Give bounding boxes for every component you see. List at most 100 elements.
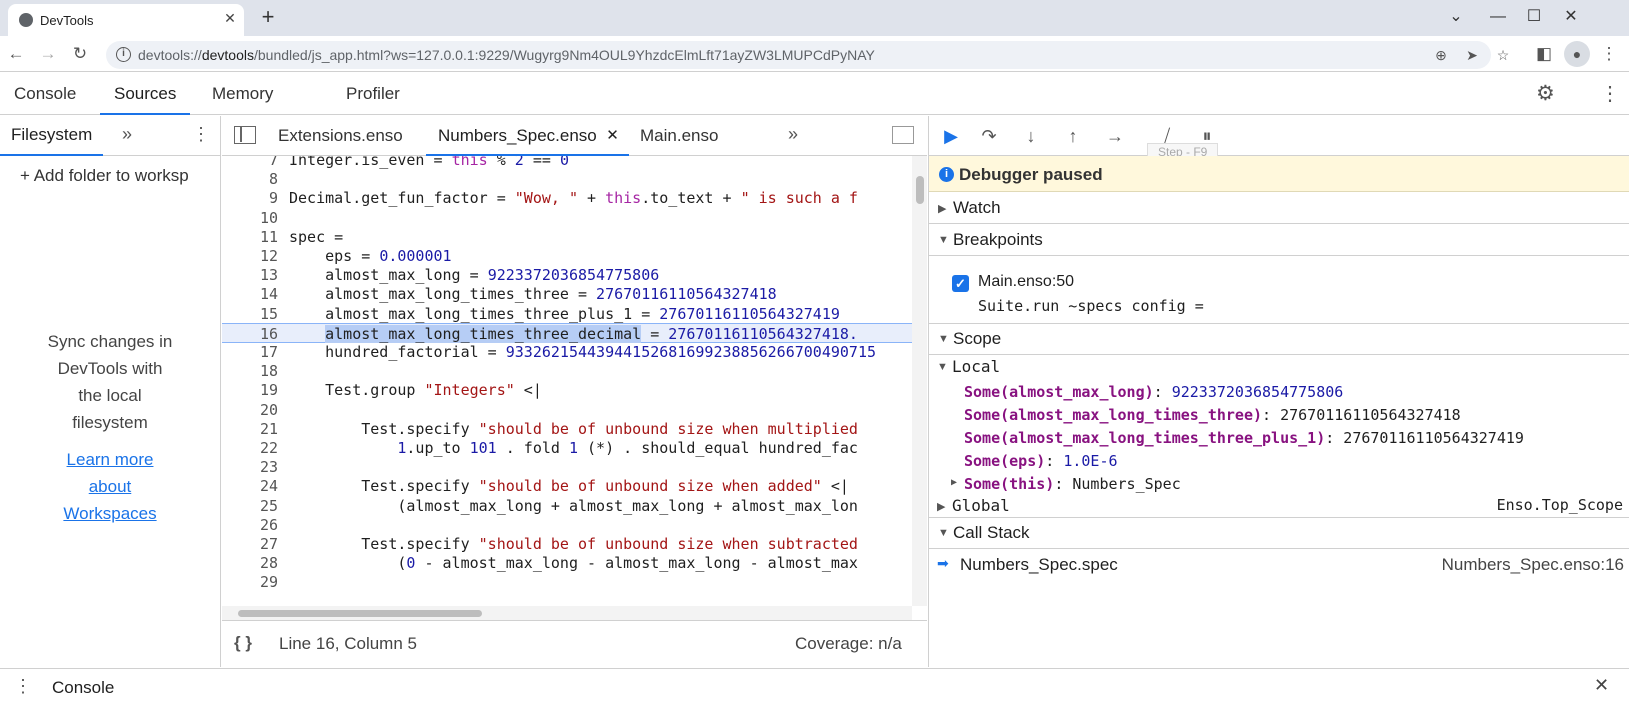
address-bar[interactable]: i devtools://devtools/bundled/js_app.htm… — [106, 41, 1509, 69]
step-out-icon[interactable]: ↑ — [1059, 123, 1087, 149]
more-menu-icon[interactable]: ⋮ — [1597, 42, 1621, 66]
code-line[interactable]: 17 hundred_factorial = 93326215443944152… — [222, 342, 912, 362]
call-stack-section-header[interactable]: ▼ Call Stack — [929, 517, 1629, 549]
code-line[interactable]: 12 eps = 0.000001 — [222, 246, 912, 266]
toggle-debugger-icon[interactable] — [892, 126, 914, 144]
line-number[interactable]: 18 — [222, 361, 278, 381]
code-line[interactable]: 25 (almost_max_long + almost_max_long + … — [222, 496, 912, 516]
code-line[interactable]: 11 spec = — [222, 227, 912, 247]
line-number[interactable]: 24 — [222, 476, 278, 496]
star-icon[interactable]: ☆ — [1492, 44, 1514, 66]
code-line[interactable]: 15 almost_max_long_times_three_plus_1 = … — [222, 304, 912, 324]
line-number[interactable]: 14 — [222, 284, 278, 304]
code-line[interactable]: 22 1.up_to 101 . fold 1 (*) . should_equ… — [222, 438, 912, 458]
code-line[interactable]: 8 — [222, 169, 912, 189]
more-tabs-icon[interactable]: » — [122, 124, 132, 145]
zoom-icon[interactable]: ⊕ — [1430, 44, 1452, 66]
pretty-print-icon[interactable]: { } — [234, 633, 252, 653]
minimize-button[interactable]: — — [1484, 4, 1512, 30]
line-number[interactable]: 22 — [222, 438, 278, 458]
chevron-right-icon[interactable]: ▶ — [937, 500, 945, 513]
line-number[interactable]: 21 — [222, 419, 278, 439]
new-tab-button[interactable]: + — [256, 6, 280, 30]
tab-profiler[interactable]: Profiler — [332, 73, 414, 115]
frame-location[interactable]: Numbers_Spec.enso:16 — [1442, 555, 1624, 575]
line-number[interactable]: 28 — [222, 553, 278, 573]
line-number[interactable]: 16 — [222, 324, 278, 344]
line-number[interactable]: 7 — [222, 156, 278, 170]
code-line[interactable]: 10 — [222, 208, 912, 228]
code-line[interactable]: 28 (0 - almost_max_long - almost_max_lon… — [222, 553, 912, 573]
code-line[interactable]: 14 almost_max_long_times_three = 2767011… — [222, 284, 912, 304]
navigator-menu-icon[interactable]: ⋮ — [192, 124, 210, 145]
line-number[interactable]: 8 — [222, 169, 278, 189]
vertical-scrollbar[interactable] — [912, 156, 927, 606]
line-number[interactable]: 10 — [222, 208, 278, 228]
resume-icon[interactable]: ▶ — [937, 123, 965, 149]
tab-extensions-enso[interactable]: Extensions.enso — [266, 116, 415, 156]
drawer-tab-console[interactable]: Console — [52, 678, 114, 698]
close-window-button[interactable]: ✕ — [1557, 4, 1585, 30]
profile-avatar[interactable]: ● — [1564, 41, 1590, 67]
browser-tab[interactable]: DevTools ✕ — [8, 4, 244, 36]
drawer-menu-icon[interactable]: ⋮ — [14, 676, 32, 697]
code-line[interactable]: 19 Test.group "Integers" <| — [222, 380, 912, 400]
line-number[interactable]: 11 — [222, 227, 278, 247]
line-number[interactable]: 12 — [222, 246, 278, 266]
tab-memory[interactable]: Memory — [198, 73, 287, 115]
forward-button[interactable]: → — [36, 42, 60, 66]
line-number[interactable]: 13 — [222, 265, 278, 285]
watch-section-header[interactable]: ▶ Watch — [929, 192, 1629, 224]
local-scope-label[interactable]: Local — [952, 357, 1000, 376]
tab-main-enso[interactable]: Main.enso — [628, 116, 730, 156]
more-tabs-icon[interactable]: » — [788, 124, 798, 145]
breakpoints-section-header[interactable]: ▼ Breakpoints — [929, 224, 1629, 256]
line-number[interactable]: 27 — [222, 534, 278, 554]
scope-section-header[interactable]: ▼ Scope — [929, 323, 1629, 355]
code-line[interactable]: 27 Test.specify "should be of unbound si… — [222, 534, 912, 554]
code-line[interactable]: 7 Integer.is_even = this % 2 == 0 — [222, 156, 912, 170]
line-number[interactable]: 26 — [222, 515, 278, 535]
code-line[interactable]: 23 — [222, 457, 912, 477]
line-number[interactable]: 20 — [222, 400, 278, 420]
scrollbar-thumb[interactable] — [916, 176, 924, 204]
reload-button[interactable]: ↻ — [68, 42, 92, 66]
line-number[interactable]: 9 — [222, 188, 278, 208]
send-icon[interactable]: ➤ — [1461, 44, 1483, 66]
tab-sources[interactable]: Sources — [100, 73, 191, 115]
breakpoint-checkbox[interactable]: ✓ — [952, 275, 969, 292]
code-line[interactable]: 26 — [222, 515, 912, 535]
step-icon[interactable]: → — [1101, 123, 1129, 149]
side-panel-icon[interactable]: ◧ — [1532, 42, 1556, 66]
tab-console[interactable]: Console — [0, 73, 90, 115]
url-text[interactable]: devtools://devtools/bundled/js_app.html?… — [138, 47, 875, 63]
step-into-icon[interactable]: ↓ — [1017, 123, 1045, 149]
line-number[interactable]: 19 — [222, 380, 278, 400]
code-line[interactable]: 18 — [222, 361, 912, 381]
global-scope-label[interactable]: Global — [952, 496, 1010, 515]
close-icon[interactable]: ✕ — [220, 8, 240, 28]
code-line[interactable]: 13 almost_max_long = 9223372036854775806 — [222, 265, 912, 285]
toggle-navigator-icon[interactable] — [234, 126, 256, 144]
line-number[interactable]: 23 — [222, 457, 278, 477]
breakpoint-location[interactable]: Main.enso:50 — [978, 273, 1074, 291]
add-folder-button[interactable]: + Add folder to worksp — [20, 166, 220, 186]
back-button[interactable]: ← — [4, 42, 28, 66]
call-frame[interactable]: ➡ Numbers_Spec.spec Numbers_Spec.enso:16 — [929, 549, 1629, 581]
gear-icon[interactable]: ⚙ — [1536, 81, 1555, 106]
maximize-button[interactable]: ☐ — [1520, 4, 1548, 30]
line-number[interactable]: 17 — [222, 342, 278, 362]
chevron-down-icon[interactable]: ▼ — [937, 361, 948, 373]
code-line[interactable]: 21 Test.specify "should be of unbound si… — [222, 419, 912, 439]
chevron-right-icon[interactable]: ▶ — [951, 477, 957, 488]
learn-more-link[interactable]: Learn more about Workspaces — [20, 446, 200, 527]
close-icon[interactable]: ✕ — [606, 116, 619, 156]
close-icon[interactable]: ✕ — [1594, 675, 1609, 696]
tab-numbers-spec-enso[interactable]: Numbers_Spec.enso ✕ — [426, 116, 629, 156]
tab-filesystem[interactable]: Filesystem — [0, 116, 104, 156]
line-number[interactable]: 29 — [222, 572, 278, 592]
line-number[interactable]: 15 — [222, 304, 278, 324]
code-line[interactable]: 20 — [222, 400, 912, 420]
code-line[interactable]: 16 almost_max_long_times_three_decimal =… — [222, 322, 912, 344]
code-line[interactable]: 9 Decimal.get_fun_factor = "Wow, " + this… — [222, 188, 912, 208]
